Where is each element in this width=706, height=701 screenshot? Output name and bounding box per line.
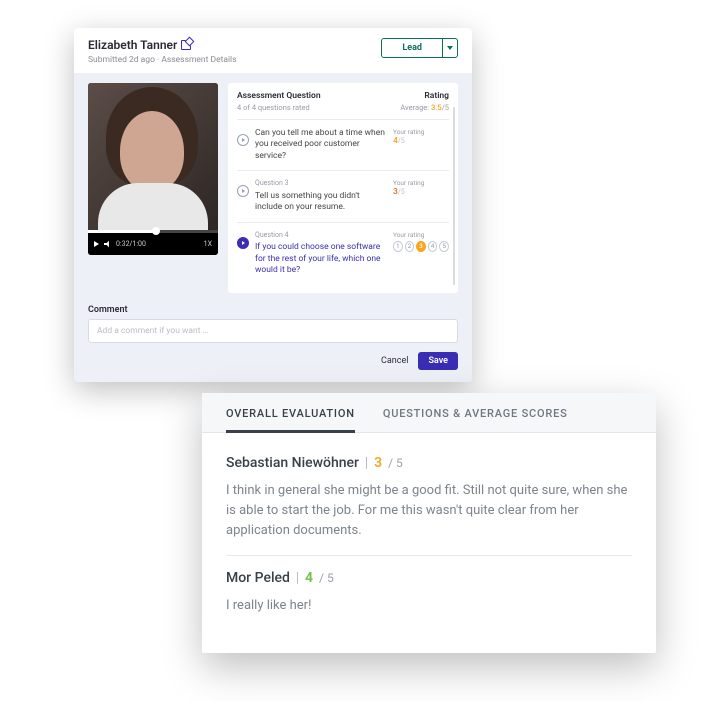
rating-dot[interactable]: 5	[439, 241, 449, 252]
volume-icon[interactable]	[104, 241, 111, 248]
question-row[interactable]: Question 3Tell us something you didn't i…	[237, 170, 449, 221]
panel-header: Elizabeth Tanner Submitted 2d ago · Asse…	[74, 28, 472, 73]
candidate-name-text: Elizabeth Tanner	[88, 38, 177, 52]
tab-questions[interactable]: QUESTIONS & AVERAGE SCORES	[383, 407, 568, 432]
question-label: Question 3	[255, 179, 387, 188]
video-progress-knob[interactable]	[152, 227, 160, 235]
evaluation-text: I think in general she might be a good f…	[226, 481, 632, 541]
question-rating: Your rating12345	[393, 231, 449, 277]
comment-input[interactable]: Add a comment if you want …	[88, 319, 458, 343]
evaluations-list: Sebastian Niewöhner|3/ 5I think in gener…	[202, 433, 656, 653]
tab-overall[interactable]: OVERALL EVALUATION	[226, 407, 355, 433]
comment-label: Comment	[88, 305, 458, 315]
save-button[interactable]: Save	[418, 352, 458, 370]
question-panel: Assessment Question 4 of 4 questions rat…	[228, 83, 458, 293]
question-progress: 4 of 4 questions rated	[237, 103, 321, 112]
chevron-down-icon	[447, 46, 453, 50]
evaluation-score: 4	[305, 570, 313, 586]
question-text: Question 3Tell us something you didn't i…	[255, 179, 387, 213]
question-label: Question 4	[255, 231, 387, 240]
question-text: Can you tell me about a time when you re…	[255, 128, 387, 162]
edit-icon[interactable]	[181, 40, 191, 50]
question-panel-title: Assessment Question	[237, 91, 321, 101]
average-line: Average: 3.5/5	[400, 103, 449, 112]
comment-placeholder: Add a comment if you want …	[97, 326, 208, 336]
rating-dot[interactable]: 2	[405, 241, 415, 252]
rating-dot[interactable]: 3	[416, 241, 426, 252]
question-play-button[interactable]	[237, 237, 249, 249]
evaluation-score-of: / 5	[319, 571, 334, 585]
stage-label: Lead	[382, 39, 443, 57]
evaluation-text: I really like her!	[226, 596, 632, 616]
question-play-button[interactable]	[237, 134, 249, 146]
video-controls[interactable]: 0:32/1:00 1X	[88, 233, 218, 255]
evaluator-name: Mor Peled	[226, 570, 290, 586]
assessment-panel: Elizabeth Tanner Submitted 2d ago · Asse…	[74, 28, 472, 382]
question-row[interactable]: Question 4If you could choose one softwa…	[237, 222, 449, 285]
video-player[interactable]: 0:32/1:00 1X	[88, 83, 218, 255]
panel-body: 0:32/1:00 1X Assessment Question 4 of 4 …	[74, 73, 472, 382]
play-icon[interactable]	[94, 241, 99, 247]
eval-tabs: OVERALL EVALUATION QUESTIONS & AVERAGE S…	[202, 393, 656, 433]
evaluation-header: Mor Peled|4/ 5	[226, 570, 632, 586]
evaluation-header: Sebastian Niewöhner|3/ 5	[226, 455, 632, 471]
evaluation: Mor Peled|4/ 5I really like her!	[226, 555, 632, 630]
rating-header: Rating	[400, 91, 449, 101]
evaluation-card: OVERALL EVALUATION QUESTIONS & AVERAGE S…	[202, 393, 656, 653]
video-progress-fill	[88, 230, 156, 233]
submitted-line: Submitted 2d ago · Assessment Details	[88, 55, 237, 65]
question-row[interactable]: Can you tell me about a time when you re…	[237, 119, 449, 170]
rating-dot[interactable]: 4	[428, 241, 438, 252]
cancel-button[interactable]: Cancel	[381, 356, 408, 366]
rating-dots[interactable]: 12345	[393, 241, 449, 252]
stage-dropdown[interactable]: Lead	[381, 38, 458, 58]
video-time: 0:32/1:00	[116, 240, 146, 248]
video-quality[interactable]: 1X	[204, 240, 212, 248]
question-rating: Your rating3/5	[393, 179, 449, 213]
video-frame	[88, 83, 218, 233]
question-play-button[interactable]	[237, 185, 249, 197]
evaluator-name: Sebastian Niewöhner	[226, 455, 359, 471]
candidate-name: Elizabeth Tanner	[88, 38, 237, 52]
question-text: Question 4If you could choose one softwa…	[255, 231, 387, 277]
question-rating: Your rating4/5	[393, 128, 449, 162]
rating-dot[interactable]: 1	[393, 241, 403, 252]
stage-dropdown-toggle[interactable]	[443, 39, 457, 57]
evaluation-score: 3	[374, 455, 382, 471]
evaluation: Sebastian Niewöhner|3/ 5I think in gener…	[226, 451, 632, 555]
evaluation-score-of: / 5	[388, 456, 403, 470]
